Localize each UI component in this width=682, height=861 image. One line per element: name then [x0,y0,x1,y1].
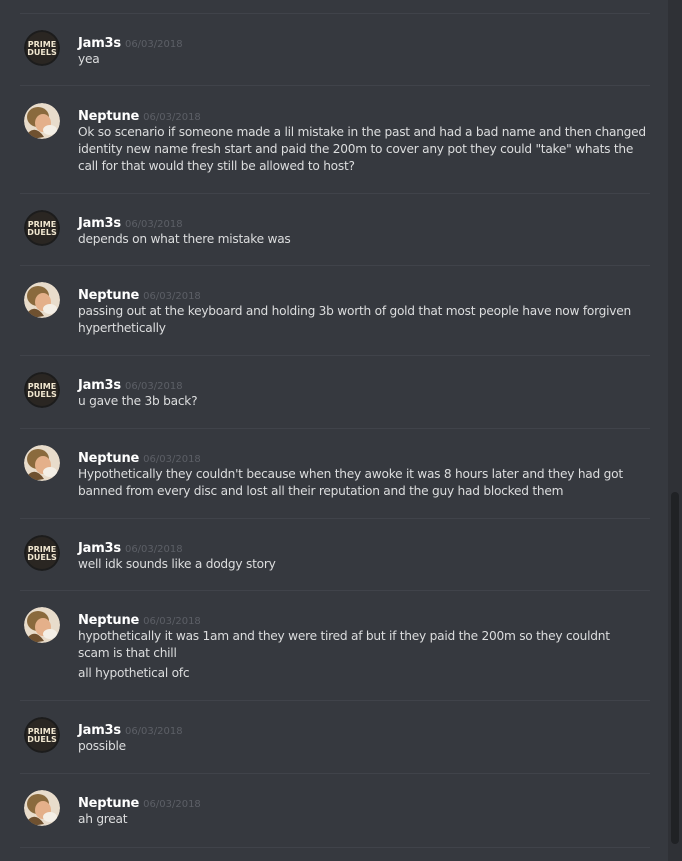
username[interactable]: Neptune [78,451,139,466]
username[interactable]: Neptune [78,109,139,124]
prime-duels-logo-icon[interactable]: PRIME DUELS [24,535,60,571]
username[interactable]: Neptune [78,288,139,303]
message-header: Neptune 06/03/2018 [78,447,201,466]
username[interactable]: Jam3s [78,723,121,738]
timestamp: 06/03/2018 [124,544,183,555]
timestamp: 06/03/2018 [143,616,201,627]
message-text: ah great [78,811,648,828]
prime-duels-logo-icon[interactable]: PRIME DUELS [24,30,60,66]
message-divider [20,518,650,519]
message-text: yea [78,51,648,68]
message-header: Neptune 06/03/2018 [78,284,201,303]
neptune-photo-avatar-icon[interactable] [24,790,60,826]
neptune-photo-avatar-icon[interactable] [24,103,60,139]
message-header: Jam3s 06/03/2018 [78,374,183,393]
message-line: yea [78,52,100,66]
message-text: hypothetically it was 1am and they were … [78,628,618,682]
message-text: Ok so scenario if someone made a lil mis… [78,124,648,175]
username[interactable]: Jam3s [78,216,121,231]
message-header: Neptune 06/03/2018 [78,105,201,124]
message-divider [20,193,650,194]
message-divider [20,773,650,774]
message-divider [20,700,650,701]
neptune-photo-avatar-icon[interactable] [24,607,60,643]
message-header: Jam3s 06/03/2018 [78,537,183,556]
message-line: possible [78,739,126,753]
message-text: well idk sounds like a dodgy story [78,556,648,573]
message-divider [20,590,650,591]
message-header: Jam3s 06/03/2018 [78,719,183,738]
message-text: depends on what there mistake was [78,231,648,248]
message-line: all hypothetical ofc [78,666,190,680]
username[interactable]: Jam3s [78,541,121,556]
message-divider [20,428,650,429]
message-text: u gave the 3b back? [78,393,648,410]
timestamp: 06/03/2018 [143,799,201,810]
username[interactable]: Jam3s [78,36,121,51]
message-text: passing out at the keyboard and holding … [78,303,648,337]
message-divider [20,847,650,848]
message-header: Jam3s 06/03/2018 [78,32,183,51]
message-divider [20,265,650,266]
timestamp: 06/03/2018 [124,219,183,230]
message-line: depends on what there mistake was [78,232,291,246]
message-header: Jam3s 06/03/2018 [78,212,183,231]
message-line: passing out at the keyboard and holding … [78,304,631,335]
message-line: Hypothetically they couldn't because whe… [78,467,623,498]
prime-duels-logo-icon[interactable]: PRIME DUELS [24,372,60,408]
chat-message-list[interactable]: PRIME DUELS Jam3s 06/03/2018 yea Neptune 0… [0,0,668,861]
message-divider [20,355,650,356]
logo-text-line-2: DUELS [27,228,57,237]
scrollbar-thumb[interactable] [671,492,679,844]
logo-text-line-2: DUELS [27,390,57,399]
username[interactable]: Neptune [78,613,139,628]
message-text: possible [78,738,648,755]
prime-duels-logo-icon[interactable]: PRIME DUELS [24,717,60,753]
message-header: Neptune 06/03/2018 [78,609,201,628]
message-header: Neptune 06/03/2018 [78,792,201,811]
timestamp: 06/03/2018 [124,381,183,392]
timestamp: 06/03/2018 [124,39,183,50]
username[interactable]: Neptune [78,796,139,811]
logo-text-line-2: DUELS [27,553,57,562]
neptune-photo-avatar-icon[interactable] [24,282,60,318]
logo-text-line-2: DUELS [27,48,57,57]
logo-text-line-2: DUELS [27,735,57,744]
message-line: well idk sounds like a dodgy story [78,557,276,571]
message-divider [20,13,650,14]
timestamp: 06/03/2018 [143,112,201,123]
timestamp: 06/03/2018 [124,726,183,737]
username[interactable]: Jam3s [78,378,121,393]
message-line: Ok so scenario if someone made a lil mis… [78,125,646,173]
neptune-photo-avatar-icon[interactable] [24,445,60,481]
timestamp: 06/03/2018 [143,454,201,465]
message-divider [20,85,650,86]
message-line: u gave the 3b back? [78,394,198,408]
message-line: ah great [78,812,128,826]
prime-duels-logo-icon[interactable]: PRIME DUELS [24,210,60,246]
message-line: hypothetically it was 1am and they were … [78,629,610,660]
timestamp: 06/03/2018 [143,291,201,302]
message-text: Hypothetically they couldn't because whe… [78,466,648,500]
